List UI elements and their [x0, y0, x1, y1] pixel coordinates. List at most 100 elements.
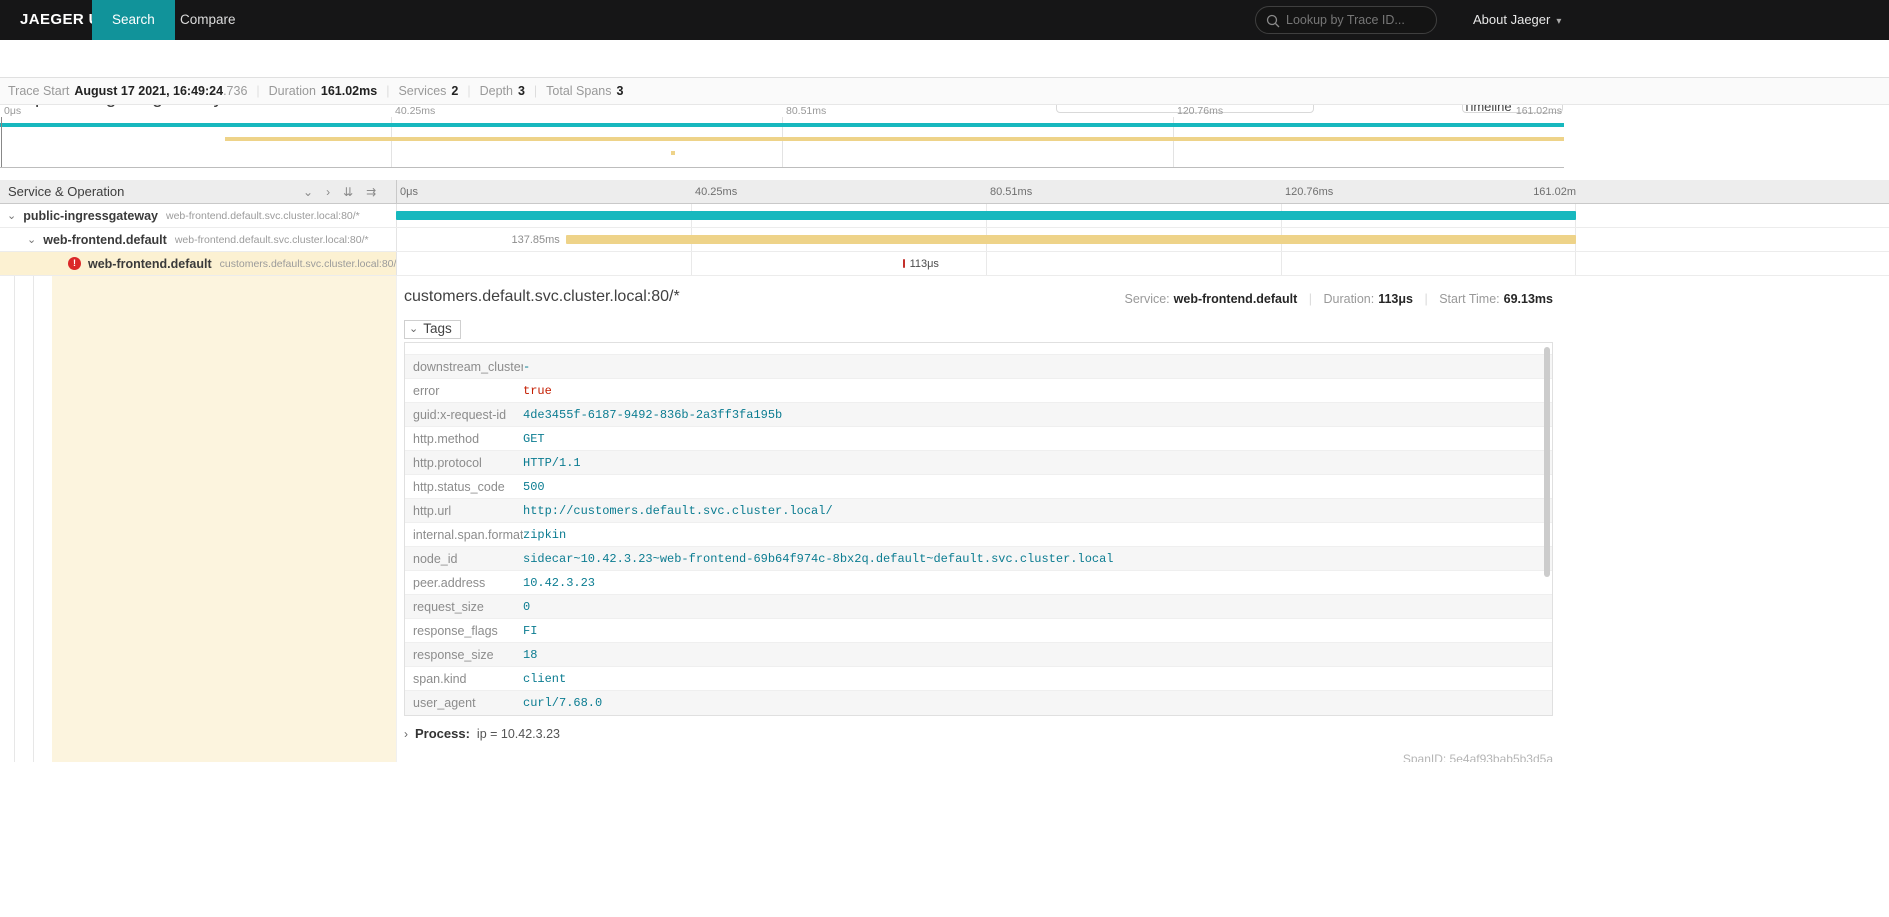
chevron-down-icon[interactable]: ⌄: [27, 233, 36, 246]
tag-row: span.kind client: [405, 667, 1552, 691]
tag-row: user_agent curl/7.68.0: [405, 691, 1552, 715]
tag-key: response_flags: [405, 619, 523, 642]
minimap-tick: 161.02ms: [1516, 105, 1562, 117]
jaeger-trace-page: JAEGER UI Search Compare About Jaeger▾ ⌄…: [0, 0, 1889, 917]
tag-key: http.method: [405, 427, 523, 450]
span-row-web-frontend[interactable]: ⌄ web-frontend.default web-frontend.defa…: [0, 228, 1889, 252]
tags-scrollbar[interactable]: [1544, 347, 1550, 577]
top-navbar: JAEGER UI Search Compare About Jaeger▾: [0, 0, 1889, 40]
search-icon: [1266, 14, 1280, 28]
minimap-span: [0, 123, 1564, 127]
trace-id-lookup: [1255, 6, 1437, 34]
minimap-canvas[interactable]: [0, 117, 1564, 168]
tag-row: http.url http://customers.default.svc.cl…: [405, 499, 1552, 523]
span-bar[interactable]: [396, 211, 1576, 220]
collapse-controls: ⌄ › ⇊ ⇉: [303, 180, 376, 204]
minimap-tick: 0μs: [4, 105, 21, 117]
tag-value: zipkin: [523, 523, 566, 546]
timeline-tick: 120.76ms: [1285, 180, 1333, 204]
span-id-label: SpanID: 5e4af93bab5b3d5a: [1403, 752, 1553, 762]
indent-guide: [33, 276, 34, 762]
span-service: web-frontend.default: [43, 233, 167, 247]
tag-value: GET: [523, 427, 545, 450]
timeline-tick: 0μs: [400, 180, 418, 204]
trace-id-lookup-input[interactable]: [1286, 8, 1428, 32]
tags-section-toggle[interactable]: ⌄ Tags: [404, 320, 461, 339]
span-row-web-frontend-customers[interactable]: ! web-frontend.default customers.default…: [0, 252, 1889, 276]
tag-row: component proxy: [405, 343, 1552, 355]
summary-value: August 17 2021, 16:49:24.736: [74, 84, 247, 98]
tag-row: response_flags FI: [405, 619, 1552, 643]
tag-value: 10.42.3.23: [523, 571, 595, 594]
summary-label: Depth: [480, 84, 513, 98]
tag-value: client: [523, 667, 566, 690]
tag-value: FI: [523, 619, 537, 642]
chevron-down-icon: ⌄: [409, 322, 418, 335]
tag-value: 0: [523, 595, 530, 618]
span-operation: web-frontend.default.svc.cluster.local:8…: [175, 234, 369, 246]
nav-item-search[interactable]: Search: [92, 0, 175, 40]
tags-table: component proxy downstream_cluster - err…: [404, 342, 1553, 716]
span-name-cell[interactable]: ! web-frontend.default customers.default…: [0, 252, 396, 275]
summary-label: Duration: [269, 84, 316, 98]
tag-key: http.status_code: [405, 475, 523, 498]
tag-value: http://customers.default.svc.cluster.loc…: [523, 499, 833, 522]
tag-key: peer.address: [405, 571, 523, 594]
tag-value: sidecar~10.42.3.23~web-frontend-69b64f97…: [523, 547, 1114, 570]
span-detail-row: customers.default.svc.cluster.local:80/*…: [0, 276, 1889, 762]
minimap-tick: 40.25ms: [395, 105, 435, 117]
tag-value: 18: [523, 643, 537, 666]
expand-one-icon[interactable]: ›: [326, 185, 330, 199]
chevron-right-icon: ›: [404, 727, 408, 741]
tag-row: node_id sidecar~10.42.3.23~web-frontend-…: [405, 547, 1552, 571]
tag-key: http.protocol: [405, 451, 523, 474]
tag-row: http.status_code 500: [405, 475, 1552, 499]
expand-all-icon[interactable]: ⇉: [366, 185, 376, 199]
service-operation-header: Service & Operation: [8, 180, 124, 204]
about-jaeger-menu[interactable]: About Jaeger▾: [1473, 0, 1561, 40]
tag-key: guid:x-request-id: [405, 403, 523, 426]
span-name-cell[interactable]: ⌄ web-frontend.default web-frontend.defa…: [0, 228, 396, 251]
tag-row: request_size 0: [405, 595, 1552, 619]
error-icon: !: [68, 257, 81, 270]
span-bar[interactable]: [903, 259, 905, 268]
caret-down-icon: ▾: [1556, 16, 1561, 27]
tag-value: 4de3455f-6187-9492-836b-2a3ff3fa195b: [523, 403, 782, 426]
collapse-all-icon[interactable]: ⇊: [343, 185, 353, 199]
tag-key: response_size: [405, 643, 523, 666]
summary-label: Services: [398, 84, 446, 98]
span-name-cell[interactable]: ⌄ public-ingressgateway web-frontend.def…: [0, 204, 396, 227]
nav-item-compare[interactable]: Compare: [180, 0, 236, 40]
summary-value: 2: [451, 84, 458, 98]
detail-meta: Service:web-frontend.default | Duration:…: [1125, 292, 1554, 306]
indent-guide: [14, 276, 15, 762]
minimap-span: [225, 137, 1564, 141]
trace-summary-bar: Trace Start August 17 2021, 16:49:24.736…: [0, 78, 1889, 105]
selected-span-indent-block[interactable]: [52, 276, 396, 762]
minimap-tick: 80.51ms: [786, 105, 826, 117]
tag-key: user_agent: [405, 691, 523, 715]
summary-value: 161.02ms: [321, 84, 377, 98]
chevron-down-icon[interactable]: ⌄: [7, 209, 16, 222]
minimap-scrubber-handle[interactable]: [1, 117, 2, 167]
tag-value: 500: [523, 475, 545, 498]
summary-value: 3: [518, 84, 525, 98]
tag-row: internal.span.format zipkin: [405, 523, 1552, 547]
minimap-span: [671, 151, 674, 155]
tag-value: curl/7.68.0: [523, 691, 602, 715]
tag-row: http.method GET: [405, 427, 1552, 451]
span-bar[interactable]: [566, 235, 1576, 244]
timeline-column-header: Service & Operation ⌄ › ⇊ ⇉ 0μs 40.25ms …: [0, 180, 1889, 204]
tag-key: error: [405, 379, 523, 402]
timeline-tick: 40.25ms: [695, 180, 737, 204]
tag-key: node_id: [405, 547, 523, 570]
tag-value: -: [523, 355, 530, 378]
tag-key: span.kind: [405, 667, 523, 690]
summary-label: Trace Start: [8, 84, 69, 98]
process-section-toggle[interactable]: › Process: ip = 10.42.3.23: [404, 726, 560, 741]
tag-value: true: [523, 379, 552, 402]
tag-row: guid:x-request-id 4de3455f-6187-9492-836…: [405, 403, 1552, 427]
tag-row: error true: [405, 379, 1552, 403]
span-row-public-ingressgateway[interactable]: ⌄ public-ingressgateway web-frontend.def…: [0, 204, 1889, 228]
collapse-one-icon[interactable]: ⌄: [303, 185, 313, 199]
